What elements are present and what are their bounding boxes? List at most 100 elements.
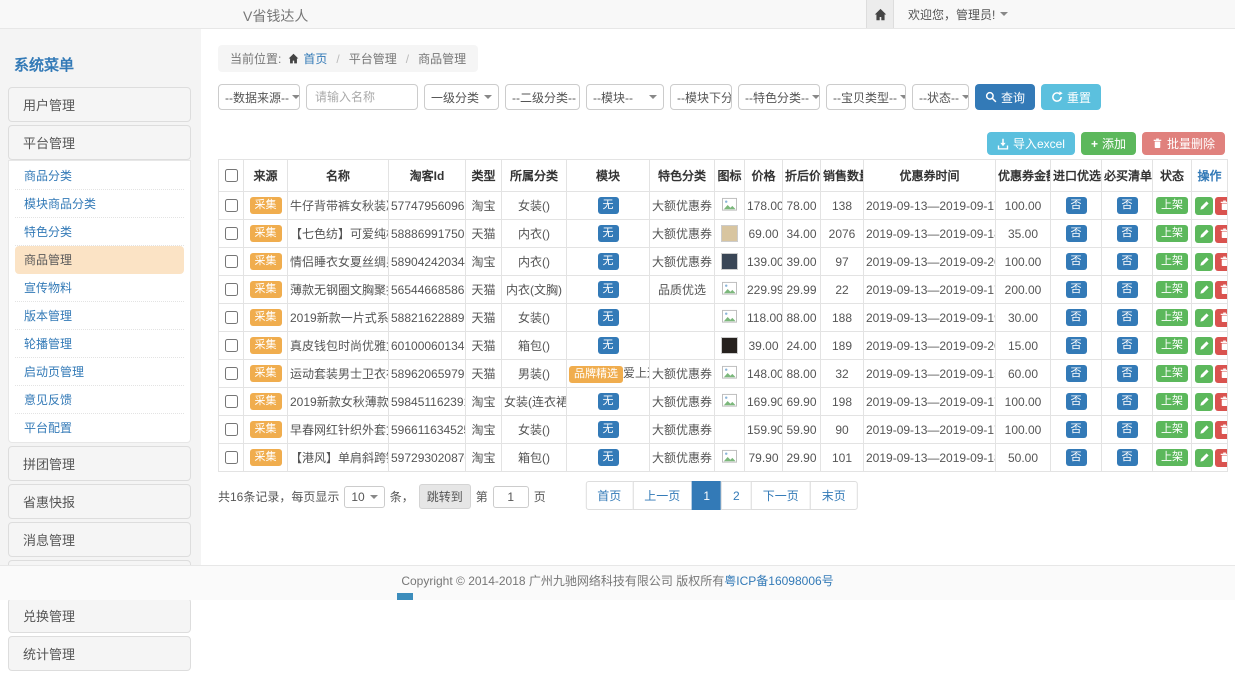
filter-select-5[interactable]: --特色分类-- bbox=[738, 84, 820, 110]
delete-button[interactable] bbox=[1215, 281, 1228, 299]
row-checkbox[interactable] bbox=[225, 311, 238, 324]
delete-button[interactable] bbox=[1215, 449, 1228, 467]
edit-button[interactable] bbox=[1195, 225, 1213, 243]
edit-button[interactable] bbox=[1195, 393, 1213, 411]
filter-select-1[interactable]: 一级分类 bbox=[424, 84, 499, 110]
jump-page-input[interactable] bbox=[493, 486, 529, 508]
sidebar-group-1[interactable]: 平台管理 bbox=[8, 125, 191, 160]
import-selected-toggle[interactable]: 否 bbox=[1066, 253, 1087, 269]
filter-select-7[interactable]: --状态-- bbox=[912, 84, 969, 110]
row-checkbox[interactable] bbox=[225, 227, 238, 240]
import-selected-toggle[interactable]: 否 bbox=[1066, 449, 1087, 465]
must-buy-toggle[interactable]: 否 bbox=[1117, 281, 1138, 297]
filter-select-2[interactable]: --二级分类-- bbox=[505, 84, 580, 110]
edit-button[interactable] bbox=[1195, 449, 1213, 467]
select-all-checkbox[interactable] bbox=[225, 169, 238, 182]
delete-button[interactable] bbox=[1215, 225, 1228, 243]
sidebar-subitem-4[interactable]: 宣传物料 bbox=[15, 274, 184, 302]
sidebar-group-0[interactable]: 用户管理 bbox=[8, 87, 191, 122]
page-button-3[interactable]: 2 bbox=[721, 481, 752, 510]
sidebar-group-6[interactable]: 兑换管理 bbox=[8, 598, 191, 633]
delete-button[interactable] bbox=[1215, 365, 1228, 383]
delete-button[interactable] bbox=[1215, 253, 1228, 271]
icp-link[interactable]: 粤ICP备16098006号 bbox=[724, 574, 833, 588]
must-buy-toggle[interactable]: 否 bbox=[1117, 337, 1138, 353]
per-page-select[interactable]: 10 bbox=[344, 486, 384, 508]
must-buy-toggle[interactable]: 否 bbox=[1117, 309, 1138, 325]
query-button[interactable]: 查询 bbox=[975, 84, 1035, 110]
status-toggle[interactable]: 上架 bbox=[1156, 197, 1188, 213]
status-toggle[interactable]: 上架 bbox=[1156, 449, 1188, 465]
user-menu[interactable]: 欢迎您，管理员! bbox=[908, 6, 1008, 23]
edit-button[interactable] bbox=[1195, 337, 1213, 355]
status-toggle[interactable]: 上架 bbox=[1156, 309, 1188, 325]
import-selected-toggle[interactable]: 否 bbox=[1066, 365, 1087, 381]
sidebar-group-7[interactable]: 统计管理 bbox=[8, 636, 191, 671]
row-checkbox[interactable] bbox=[225, 367, 238, 380]
batch-delete-button[interactable]: 批量删除 bbox=[1142, 132, 1225, 155]
breadcrumb-home-link[interactable]: 首页 bbox=[303, 50, 327, 67]
import-selected-toggle[interactable]: 否 bbox=[1066, 197, 1087, 213]
sidebar-subitem-8[interactable]: 意见反馈 bbox=[15, 386, 184, 414]
edit-button[interactable] bbox=[1195, 421, 1213, 439]
row-checkbox[interactable] bbox=[225, 339, 238, 352]
row-checkbox[interactable] bbox=[225, 451, 238, 464]
sidebar-group-2[interactable]: 拼团管理 bbox=[8, 446, 191, 481]
delete-button[interactable] bbox=[1215, 337, 1228, 355]
sidebar-subitem-0[interactable]: 商品分类 bbox=[15, 162, 184, 190]
status-toggle[interactable]: 上架 bbox=[1156, 225, 1188, 241]
home-button[interactable] bbox=[866, 0, 894, 28]
row-checkbox[interactable] bbox=[225, 423, 238, 436]
import-selected-toggle[interactable]: 否 bbox=[1066, 309, 1087, 325]
import-selected-toggle[interactable]: 否 bbox=[1066, 337, 1087, 353]
filter-select-0[interactable]: --数据来源-- bbox=[218, 84, 300, 110]
status-toggle[interactable]: 上架 bbox=[1156, 337, 1188, 353]
delete-button[interactable] bbox=[1215, 421, 1228, 439]
must-buy-toggle[interactable]: 否 bbox=[1117, 421, 1138, 437]
row-checkbox[interactable] bbox=[225, 255, 238, 268]
delete-button[interactable] bbox=[1215, 309, 1228, 327]
import-selected-toggle[interactable]: 否 bbox=[1066, 281, 1087, 297]
sidebar-subitem-3[interactable]: 商品管理 bbox=[15, 246, 184, 274]
import-selected-toggle[interactable]: 否 bbox=[1066, 421, 1087, 437]
name-search-input[interactable] bbox=[306, 84, 418, 110]
add-button[interactable]: + 添加 bbox=[1081, 132, 1136, 155]
must-buy-toggle[interactable]: 否 bbox=[1117, 225, 1138, 241]
sidebar-subitem-6[interactable]: 轮播管理 bbox=[15, 330, 184, 358]
page-button-1[interactable]: 上一页 bbox=[632, 481, 692, 510]
jump-button[interactable]: 跳转到 bbox=[419, 484, 471, 509]
edit-button[interactable] bbox=[1195, 197, 1213, 215]
sidebar-subitem-9[interactable]: 平台配置 bbox=[15, 414, 184, 441]
sidebar-subitem-2[interactable]: 特色分类 bbox=[15, 218, 184, 246]
status-toggle[interactable]: 上架 bbox=[1156, 281, 1188, 297]
row-checkbox[interactable] bbox=[225, 199, 238, 212]
sidebar-subitem-7[interactable]: 启动页管理 bbox=[15, 358, 184, 386]
must-buy-toggle[interactable]: 否 bbox=[1117, 393, 1138, 409]
delete-button[interactable] bbox=[1215, 197, 1228, 215]
edit-button[interactable] bbox=[1195, 253, 1213, 271]
import-selected-toggle[interactable]: 否 bbox=[1066, 225, 1087, 241]
page-button-0[interactable]: 首页 bbox=[585, 481, 633, 510]
status-toggle[interactable]: 上架 bbox=[1156, 253, 1188, 269]
delete-button[interactable] bbox=[1215, 393, 1228, 411]
page-button-2[interactable]: 1 bbox=[691, 481, 722, 510]
filter-select-3[interactable]: --模块-- bbox=[586, 84, 664, 110]
filter-select-6[interactable]: --宝贝类型-- bbox=[826, 84, 906, 110]
import-excel-button[interactable]: 导入excel bbox=[987, 132, 1075, 155]
page-button-5[interactable]: 末页 bbox=[810, 481, 858, 510]
must-buy-toggle[interactable]: 否 bbox=[1117, 253, 1138, 269]
must-buy-toggle[interactable]: 否 bbox=[1117, 449, 1138, 465]
edit-button[interactable] bbox=[1195, 365, 1213, 383]
edit-button[interactable] bbox=[1195, 281, 1213, 299]
filter-select-4[interactable]: --模块下分类-- bbox=[670, 84, 732, 110]
row-checkbox[interactable] bbox=[225, 283, 238, 296]
sidebar-group-4[interactable]: 消息管理 bbox=[8, 522, 191, 557]
status-toggle[interactable]: 上架 bbox=[1156, 365, 1188, 381]
page-button-4[interactable]: 下一页 bbox=[751, 481, 811, 510]
edit-button[interactable] bbox=[1195, 309, 1213, 327]
row-checkbox[interactable] bbox=[225, 395, 238, 408]
sidebar-group-3[interactable]: 省惠快报 bbox=[8, 484, 191, 519]
must-buy-toggle[interactable]: 否 bbox=[1117, 365, 1138, 381]
must-buy-toggle[interactable]: 否 bbox=[1117, 197, 1138, 213]
status-toggle[interactable]: 上架 bbox=[1156, 421, 1188, 437]
